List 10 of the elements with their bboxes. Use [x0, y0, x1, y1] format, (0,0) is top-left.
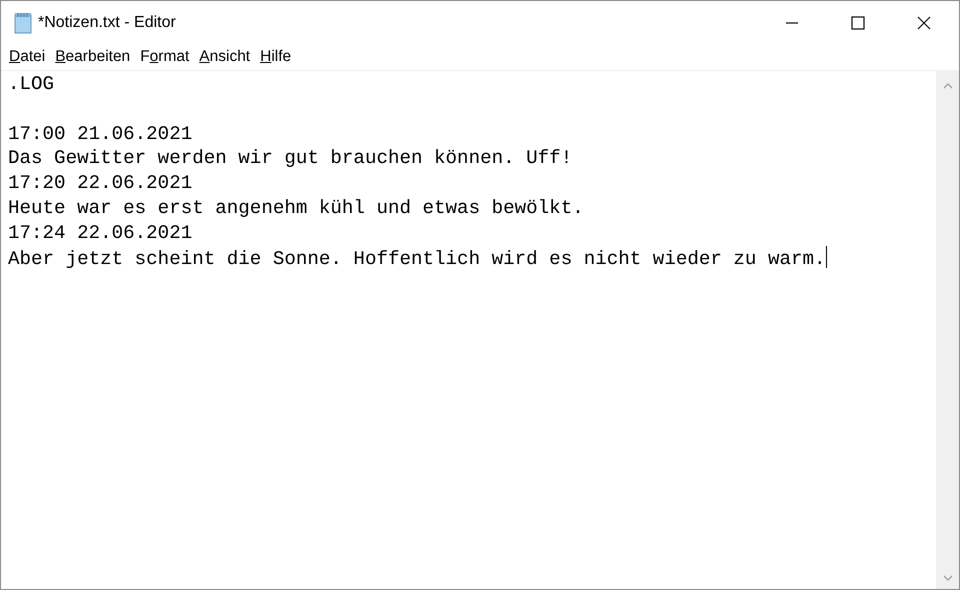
maximize-icon[interactable]: [851, 16, 865, 30]
notepad-icon: [12, 12, 34, 34]
menu-item[interactable]: Format: [138, 48, 192, 66]
menu-item[interactable]: Datei: [7, 48, 48, 66]
close-icon[interactable]: [917, 16, 931, 30]
window-title: *Notizen.txt - Editor: [38, 14, 176, 32]
menu-item[interactable]: Hilfe: [258, 48, 294, 66]
text-editor[interactable]: .LOG 17:00 21.06.2021 Das Gewitter werden wir gut brauchen können. Uff! 17:20 22.06.2021 Heute war es erst angenehm kühl und etwas bewölkt. 17:24 22.06.2021 Aber jetzt scheint die Sonne. Hoffentlich wird es nicht wieder zu warm.: [1, 71, 936, 589]
menu-item[interactable]: Bearbeiten: [53, 48, 132, 66]
menu-item[interactable]: Ansicht: [197, 48, 252, 66]
